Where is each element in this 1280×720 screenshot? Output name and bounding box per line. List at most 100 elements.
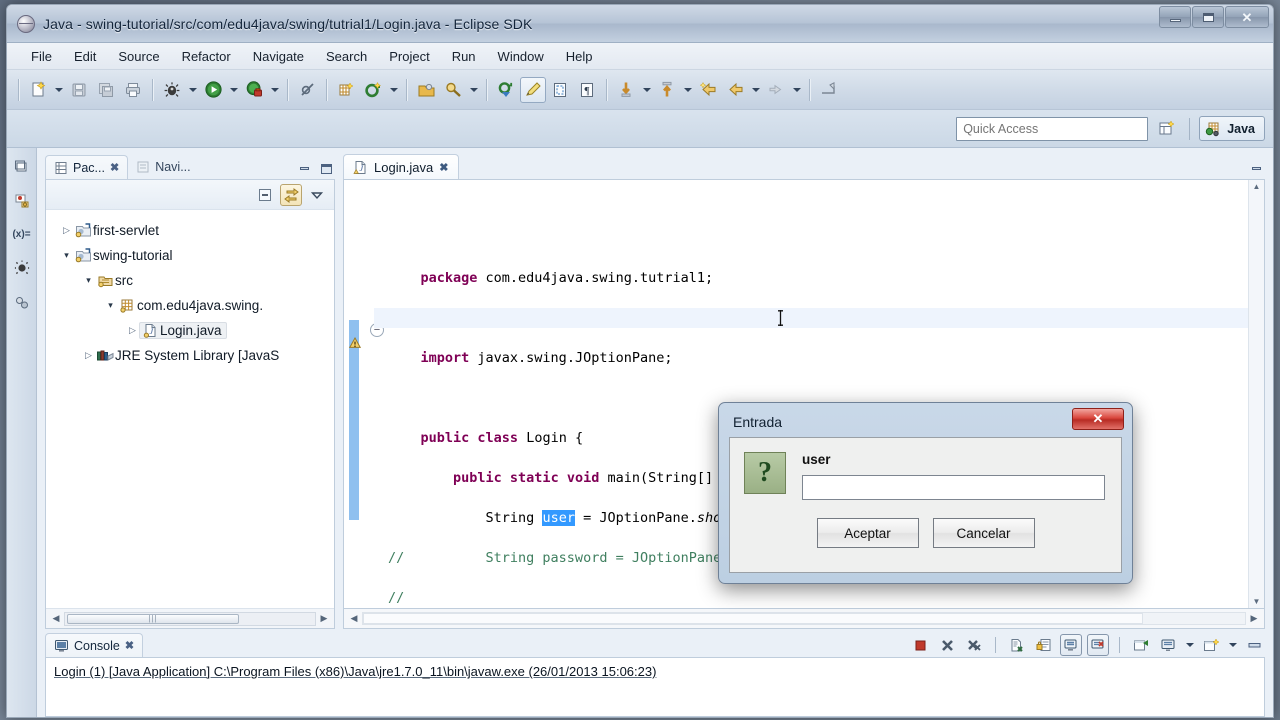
print-icon[interactable] (120, 77, 146, 103)
restore-icon[interactable] (12, 156, 32, 176)
close-button[interactable]: ✕ (1225, 6, 1269, 28)
previous-edit-dropdown-icon[interactable] (681, 77, 694, 103)
save-icon[interactable] (66, 77, 92, 103)
tree-row-jre-system-library[interactable]: ▷ JRE System Library [JavaS (52, 343, 334, 368)
scroll-right-icon[interactable]: ▶ (316, 613, 332, 624)
next-edit-dropdown-icon[interactable] (640, 77, 653, 103)
link-with-editor-icon[interactable] (280, 183, 302, 206)
scroll-thumb[interactable] (363, 613, 1143, 624)
tab-console[interactable]: Console ✖ (45, 633, 144, 657)
maximize-view-icon[interactable] (320, 162, 333, 175)
tree-row-login-java[interactable]: ▷ J Login.java (52, 318, 334, 343)
warning-marker-icon[interactable] (348, 336, 362, 350)
maximize-button[interactable] (1192, 6, 1224, 28)
variables-icon[interactable]: (x)= (12, 224, 32, 244)
display-console-dropdown-icon[interactable] (1184, 635, 1195, 655)
new-java-class-dropdown-icon[interactable] (387, 77, 400, 103)
menu-file[interactable]: File (21, 45, 62, 68)
menu-navigate[interactable]: Navigate (243, 45, 314, 68)
remove-all-launches-icon[interactable] (963, 634, 985, 656)
restore-window-icon[interactable] (816, 77, 842, 103)
editor-vscrollbar[interactable]: ▲ ▼ (1248, 180, 1264, 608)
back-icon[interactable] (722, 77, 748, 103)
chevron-right-icon[interactable]: ▷ (126, 325, 139, 336)
menu-source[interactable]: Source (108, 45, 169, 68)
scroll-thumb[interactable]: ||| (67, 613, 239, 624)
pin-console-icon[interactable] (1130, 634, 1152, 656)
open-type-icon[interactable] (413, 77, 439, 103)
minimize-button[interactable] (1159, 6, 1191, 28)
cancel-button[interactable]: Cancelar (932, 518, 1035, 548)
minimize-view-icon[interactable] (298, 162, 311, 175)
chevron-down-icon[interactable]: ▾ (104, 300, 117, 311)
toggle-mark-occurrences-icon[interactable] (520, 76, 546, 103)
chevron-right-icon[interactable]: ▷ (60, 225, 73, 236)
close-icon[interactable]: ✖ (110, 161, 119, 174)
open-console-icon[interactable] (1200, 634, 1222, 656)
breakpoints-icon[interactable] (12, 258, 32, 278)
console-output[interactable]: Login (1) [Java Application] C:\Program … (45, 657, 1265, 717)
chevron-right-icon[interactable]: ▷ (82, 350, 95, 361)
collapse-all-icon[interactable] (254, 184, 276, 206)
new-java-class-icon[interactable] (360, 77, 386, 103)
new-java-package-icon[interactable] (333, 77, 359, 103)
debug-dropdown-icon[interactable] (186, 77, 199, 103)
next-edit-location-icon[interactable] (613, 77, 639, 103)
display-selected-console-icon[interactable] (1157, 634, 1179, 656)
forward-dropdown-icon[interactable] (790, 77, 803, 103)
external-tools-icon[interactable] (241, 77, 267, 103)
new-wizard-dropdown-icon[interactable] (52, 77, 65, 103)
search-icon[interactable] (440, 77, 466, 103)
debug-icon[interactable] (159, 77, 185, 103)
chevron-down-icon[interactable]: ▾ (82, 275, 95, 286)
remove-launch-icon[interactable] (936, 634, 958, 656)
next-annotation-icon[interactable] (493, 77, 519, 103)
tab-navigator[interactable]: Navi... (128, 155, 198, 179)
show-console-on-output-icon[interactable] (1060, 634, 1082, 656)
menu-project[interactable]: Project (379, 45, 439, 68)
external-tools-dropdown-icon[interactable] (268, 77, 281, 103)
clear-console-icon[interactable] (1006, 634, 1028, 656)
tree-row-swing-tutorial[interactable]: ▾ swing-tutorial (52, 243, 334, 268)
quick-access-input[interactable] (956, 116, 1149, 141)
scroll-down-icon[interactable]: ▼ (1253, 597, 1261, 606)
editor-gutter[interactable]: − (344, 180, 384, 608)
scroll-left-icon[interactable]: ◀ (48, 613, 64, 624)
scroll-left-icon[interactable]: ◀ (346, 613, 362, 624)
menu-help[interactable]: Help (556, 45, 603, 68)
minimize-console-icon[interactable] (1243, 634, 1265, 656)
package-explorer-hscrollbar[interactable]: ◀ ||| ▶ (46, 608, 334, 628)
tree-row-src[interactable]: ▾ src (52, 268, 334, 293)
tree-row-first-servlet[interactable]: ▷ first-servlet (52, 218, 334, 243)
perspective-java-button[interactable]: Java (1199, 116, 1265, 141)
scroll-right-icon[interactable]: ▶ (1246, 613, 1262, 624)
scroll-up-icon[interactable]: ▲ (1253, 182, 1261, 191)
menu-search[interactable]: Search (316, 45, 377, 68)
scroll-track[interactable] (362, 612, 1246, 625)
new-wizard-icon[interactable] (25, 77, 51, 103)
tree-row-package[interactable]: ▾ com.edu4java.swing. (52, 293, 334, 318)
menu-edit[interactable]: Edit (64, 45, 106, 68)
run-icon[interactable] (200, 77, 226, 103)
previous-edit-location-icon[interactable] (654, 77, 680, 103)
menu-refactor[interactable]: Refactor (172, 45, 241, 68)
dialog-text-input[interactable] (802, 475, 1105, 500)
terminate-icon[interactable] (909, 634, 931, 656)
accept-button[interactable]: Aceptar (816, 518, 919, 548)
chevron-down-icon[interactable]: ▾ (60, 250, 73, 261)
save-all-icon[interactable] (93, 77, 119, 103)
menu-run[interactable]: Run (442, 45, 486, 68)
toggle-block-selection-icon[interactable] (547, 77, 573, 103)
scroll-lock-icon[interactable] (1033, 634, 1055, 656)
search-dropdown-icon[interactable] (467, 77, 480, 103)
menu-window[interactable]: Window (488, 45, 554, 68)
editor-hscrollbar[interactable]: ◀ ▶ (343, 609, 1265, 629)
minimize-editor-icon[interactable] (1250, 162, 1263, 175)
close-icon[interactable]: ✖ (125, 639, 134, 652)
run-dropdown-icon[interactable] (227, 77, 240, 103)
forward-icon[interactable] (763, 77, 789, 103)
tab-package-explorer[interactable]: Pac... ✖ (45, 155, 129, 179)
debug-perspective-icon[interactable] (12, 190, 32, 210)
tab-login-java[interactable]: J Login.java ✖ (343, 154, 459, 179)
open-perspective-icon[interactable] (1154, 117, 1180, 141)
